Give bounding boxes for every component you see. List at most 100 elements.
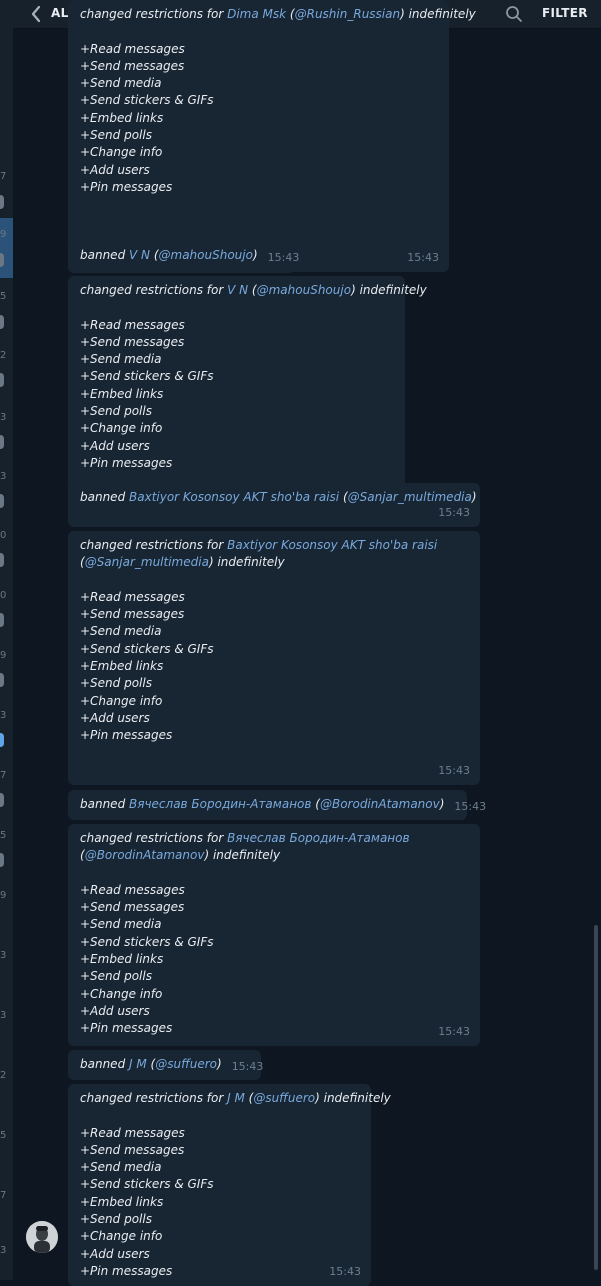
permission-line: +Send media [80, 352, 162, 367]
permission-line: +Add users [80, 438, 150, 453]
permission-line: +Send media [80, 1160, 162, 1175]
message-timestamp: 15:43 [267, 251, 300, 264]
chat-list-item-badge: 0 [0, 590, 7, 601]
permission-line: +Send messages [80, 58, 185, 73]
message-timestamp: 15:43 [329, 1264, 361, 1278]
permission-line: +Read messages [80, 41, 185, 56]
user-name-link[interactable]: V N [129, 248, 150, 262]
event-action-text: changed restrictions for [80, 1091, 228, 1105]
permission-line: +Send polls [80, 676, 152, 691]
event-header-line: changed restrictions for V N (@mahouShou… [80, 283, 427, 297]
chat-list-item-badge: 3 [0, 412, 7, 423]
user-name-link[interactable]: J M [129, 1057, 147, 1071]
back-arrow-icon[interactable] [27, 4, 47, 24]
selected-chat-highlight [0, 218, 13, 278]
ban-event-message[interactable]: banned Вячеслав Бородин-Атаманов (@Borod… [68, 790, 486, 820]
permission-line: +Send messages [80, 334, 185, 349]
event-duration-text: indefinitely [213, 555, 285, 570]
user-name-link[interactable]: Baxtiyor Kosonsoy AKT sho'ba raisi [129, 490, 339, 504]
user-name-link[interactable]: J M [227, 1091, 245, 1105]
permission-line: +Read messages [80, 1125, 185, 1140]
username-link[interactable]: @suffuero [253, 1091, 315, 1105]
user-name-link[interactable]: Вячеслав Бородин-Атаманов [129, 797, 311, 811]
username-link[interactable]: @mahouShoujo [257, 283, 351, 297]
chat-list-item-indicator[interactable] [0, 494, 4, 508]
event-header-line: changed restrictions for J M (@suffuero)… [80, 1091, 391, 1105]
chat-list-item-indicator[interactable] [0, 613, 4, 627]
chat-list-item-badge: 3 [0, 1245, 7, 1256]
restriction-event-message[interactable]: changed restrictions for V N (@mahouShou… [68, 276, 427, 514]
chat-list-item-indicator[interactable] [0, 553, 4, 567]
permission-line: +Embed links [80, 110, 164, 125]
ban-event-message[interactable]: banned V N (@mahouShoujo) 15:43 [68, 241, 299, 273]
chat-list-item-indicator[interactable] [0, 373, 4, 387]
permission-line: +Change info [80, 1229, 163, 1244]
permission-line: +Embed links [80, 952, 164, 967]
avatar[interactable] [26, 1221, 58, 1253]
username-link[interactable]: @BorodinAtamanov [320, 797, 440, 811]
permission-line: +Send media [80, 917, 162, 932]
permission-line: +Send stickers & GIFs [80, 369, 214, 384]
username-link[interactable]: @Rushin_Russian [295, 7, 400, 21]
user-name-link[interactable]: Dima Msk [227, 7, 286, 21]
chat-list-item-badge: 5 [0, 1130, 7, 1141]
permission-line: +Add users [80, 1246, 150, 1261]
event-action-text: banned [80, 490, 129, 504]
event-action-text: changed restrictions for [80, 538, 228, 552]
chat-list-item-indicator[interactable] [0, 253, 4, 267]
event-header-line: changed restrictions for Dima Msk (@Rush… [80, 7, 476, 21]
chat-list-item-indicator[interactable] [0, 853, 4, 867]
permission-line: +Pin messages [80, 179, 173, 194]
restriction-event-message[interactable]: changed restrictions for J M (@suffuero)… [68, 1084, 391, 1286]
scrollbar-thumb[interactable] [594, 925, 598, 1270]
event-duration-text: indefinitely [209, 848, 281, 863]
permission-line: +Send polls [80, 1212, 152, 1227]
chat-list-item-badge: 9 [0, 650, 7, 661]
chat-list-item-indicator[interactable] [0, 315, 4, 329]
user-name-link[interactable]: V N [227, 283, 248, 297]
permission-line: +Send polls [80, 128, 152, 143]
username-link[interactable]: @suffuero [155, 1057, 217, 1071]
permission-line: +Embed links [80, 659, 164, 674]
permission-line: +Send messages [80, 607, 185, 622]
chat-list-item-badge: 0 [0, 530, 7, 541]
restriction-event-message[interactable]: changed restrictions for Вячеслав Бороди… [68, 824, 480, 1046]
permission-line: +Read messages [80, 317, 185, 332]
chat-list-strip: 7 9 5 2 3 3 0 0 9 3 7 5 9 3 3 2 5 7 3 [0, 0, 13, 1280]
chat-list-item-indicator[interactable] [0, 195, 4, 209]
username-link[interactable]: @Sanjar_multimedia [85, 555, 209, 569]
chat-list-item-badge: 7 [0, 1190, 7, 1201]
chat-list-item-indicator[interactable] [0, 733, 4, 747]
chat-list-item-badge: 3 [0, 471, 7, 482]
chat-list-item-indicator[interactable] [0, 793, 4, 807]
event-action-text: changed restrictions for [80, 283, 228, 297]
username-link[interactable]: @mahouShoujo [159, 248, 253, 262]
chat-list-item-badge: 9 [0, 229, 7, 240]
chat-list-item-indicator[interactable] [0, 435, 4, 449]
search-icon[interactable] [505, 5, 523, 23]
user-avatar-icon [26, 1221, 58, 1253]
permission-line: +Send stickers & GIFs [80, 93, 214, 108]
username-link[interactable]: @Sanjar_multimedia [348, 490, 472, 504]
event-action-text: changed restrictions for [80, 831, 228, 845]
username-link[interactable]: @BorodinAtamanov [85, 848, 205, 862]
permission-line: +Send stickers & GIFs [80, 934, 214, 949]
user-name-link[interactable]: Baxtiyor Kosonsoy AKT sho'ba raisi [227, 538, 437, 552]
permission-line: +Embed links [80, 1194, 164, 1209]
permission-line: +Read messages [80, 882, 185, 897]
message-timestamp: 15:43 [407, 250, 439, 264]
permission-line: +Pin messages [80, 455, 173, 470]
restriction-event-message[interactable]: changed restrictions for Dima Msk (@Rush… [68, 0, 476, 272]
restriction-event-message[interactable]: changed restrictions for Baxtiyor Kosons… [68, 531, 480, 785]
filter-button[interactable]: FILTER [542, 6, 588, 20]
user-name-link[interactable]: Вячеслав Бородин-Атаманов [227, 831, 409, 845]
chat-list-item-indicator[interactable] [0, 673, 4, 687]
ban-event-message[interactable]: banned J M (@suffuero) 15:43 [68, 1050, 263, 1080]
chat-list-item-badge: 5 [0, 830, 7, 841]
ban-event-message[interactable]: banned Baxtiyor Kosonsoy AKT sho'ba rais… [68, 483, 480, 527]
permission-line: +Add users [80, 162, 150, 177]
